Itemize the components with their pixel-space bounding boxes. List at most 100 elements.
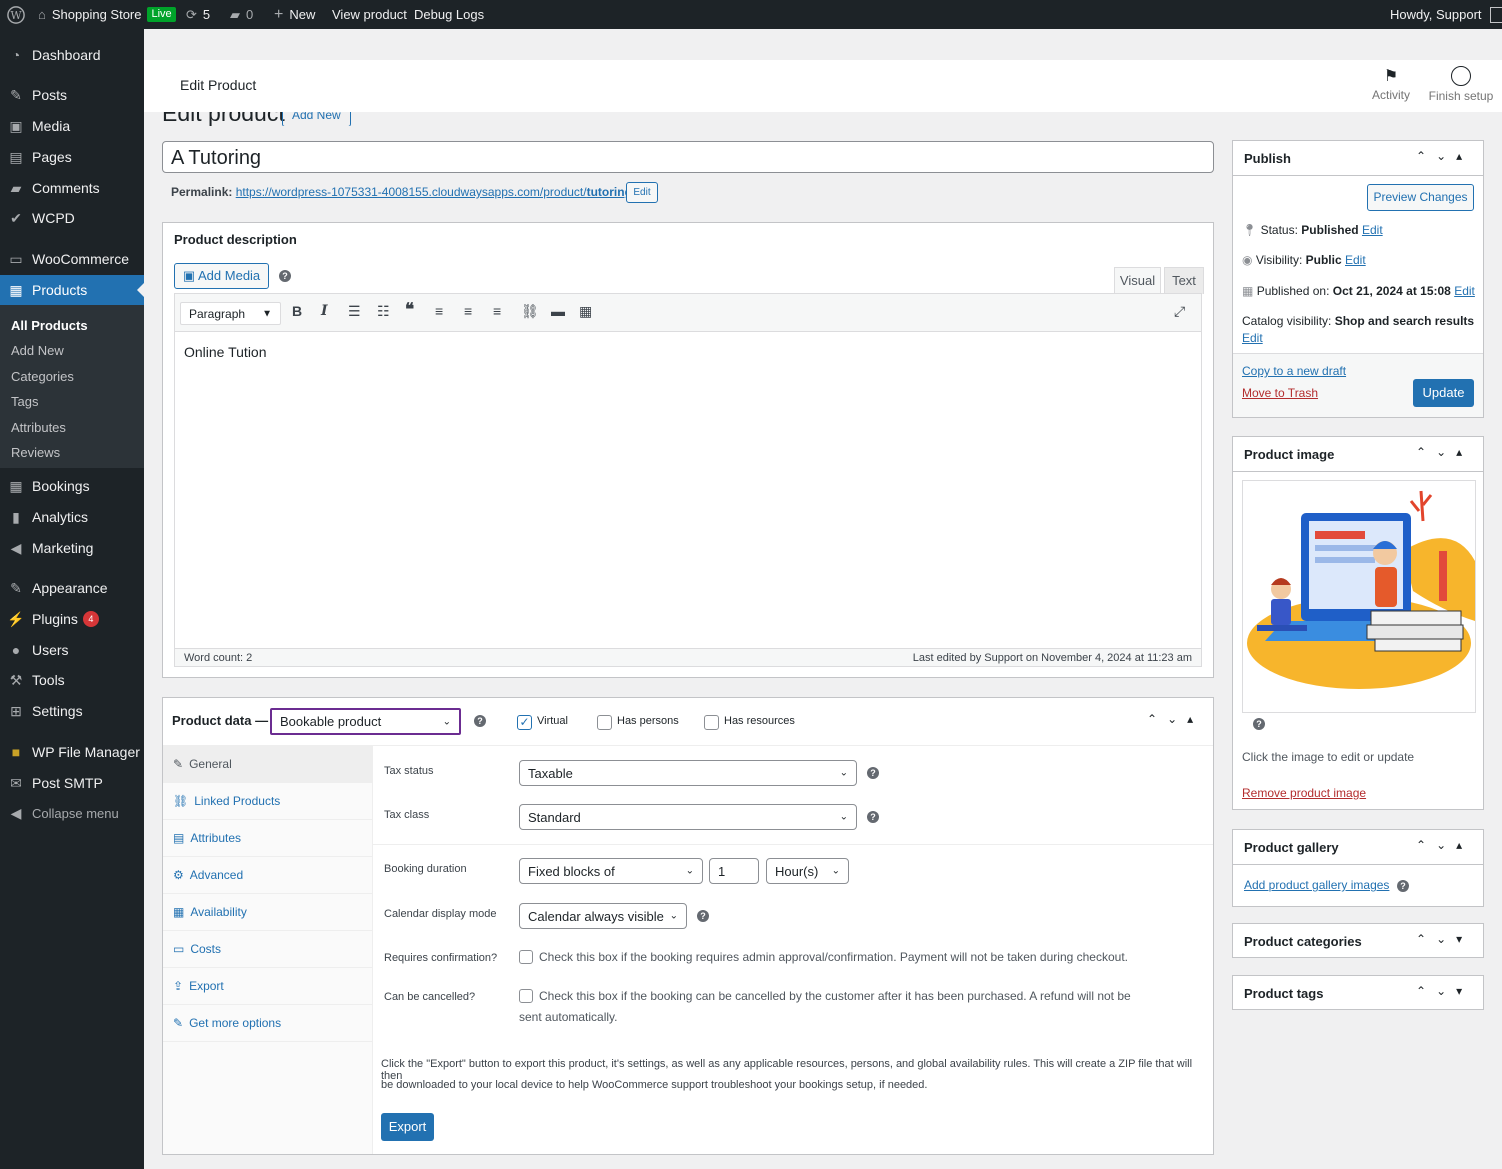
wordpress-logo-icon[interactable]: W xyxy=(7,0,25,29)
menu-wp-file-manager[interactable]: ■ WP File Manager xyxy=(0,737,144,767)
link-icon[interactable]: ⛓ xyxy=(521,303,539,320)
move-to-trash-link[interactable]: Move to Trash xyxy=(1242,386,1318,400)
submenu-reviews[interactable]: Reviews xyxy=(11,445,60,460)
menu-settings[interactable]: ⊞ Settings xyxy=(0,696,144,726)
format-select[interactable]: Paragraph ▼ xyxy=(180,302,281,325)
box-controls[interactable]: ⌃⌄▾ xyxy=(1416,984,1472,998)
menu-products[interactable]: ▦ Products xyxy=(0,275,144,305)
help-icon[interactable]: ? xyxy=(474,715,486,727)
chevron-down-icon[interactable]: ⌄ xyxy=(1436,149,1456,163)
status-edit-link[interactable]: Edit xyxy=(1362,223,1383,237)
permalink-edit-button[interactable]: Edit xyxy=(626,182,658,203)
chevron-up-icon[interactable]: ⌃ xyxy=(1147,712,1167,726)
menu-pages[interactable]: ▤ Pages xyxy=(0,142,144,172)
triangle-up-icon[interactable]: ▴ xyxy=(1187,712,1203,726)
tab-availability[interactable]: ▦ Availability xyxy=(163,894,372,931)
updates-link[interactable]: ⟳ 5 xyxy=(186,0,210,29)
align-right-icon[interactable]: ≡ xyxy=(493,303,501,319)
has-persons-checkbox[interactable] xyxy=(597,715,612,730)
editor-content[interactable]: Online Tution xyxy=(184,344,267,360)
submenu-add-new[interactable]: Add New xyxy=(11,343,64,358)
menu-wcpd[interactable]: ✔ WCPD xyxy=(0,203,144,233)
tab-attributes[interactable]: ▤ Attributes xyxy=(163,820,372,857)
submenu-attributes[interactable]: Attributes xyxy=(11,420,66,435)
chevron-down-icon[interactable]: ⌄ xyxy=(1167,712,1187,726)
can-be-cancelled-checkbox[interactable] xyxy=(519,989,533,1003)
help-icon[interactable]: ? xyxy=(1397,880,1409,892)
bold-icon[interactable]: B xyxy=(292,303,302,319)
add-gallery-images-link[interactable]: Add product gallery images xyxy=(1244,878,1389,892)
tab-general[interactable]: ✎ General xyxy=(163,746,372,783)
comments-link[interactable]: ▰ 0 xyxy=(230,0,253,29)
tax-status-select[interactable]: Taxable ⌄ xyxy=(519,760,857,786)
new-content-link[interactable]: + New xyxy=(274,0,315,29)
site-name-link[interactable]: ⌂ Shopping Store Live xyxy=(38,0,176,29)
box-controls[interactable]: ⌃⌄▴ xyxy=(1416,838,1472,852)
catalog-edit-link[interactable]: Edit xyxy=(1242,331,1263,345)
menu-media[interactable]: ▣ Media xyxy=(0,111,144,141)
align-left-icon[interactable]: ≡ xyxy=(435,303,443,319)
menu-dashboard[interactable]: ◔ Dashboard xyxy=(0,40,144,70)
triangle-down-icon[interactable]: ▾ xyxy=(1456,984,1472,998)
chevron-up-icon[interactable]: ⌃ xyxy=(1416,445,1436,459)
add-new-button[interactable]: Add New xyxy=(282,112,351,126)
editor-body[interactable] xyxy=(184,612,1192,634)
virtual-checkbox[interactable]: ✓ xyxy=(517,715,532,730)
requires-confirmation-checkbox[interactable] xyxy=(519,950,533,964)
read-more-icon[interactable]: ▬ xyxy=(551,303,565,319)
help-icon[interactable]: ? xyxy=(697,910,709,922)
chevron-down-icon[interactable]: ⌄ xyxy=(1436,984,1456,998)
tab-get-more-options[interactable]: ✎ Get more options xyxy=(163,1005,372,1042)
triangle-down-icon[interactable]: ▾ xyxy=(1456,932,1472,946)
menu-post-smtp[interactable]: ✉ Post SMTP xyxy=(0,768,144,798)
tax-class-select[interactable]: Standard ⌄ xyxy=(519,804,857,830)
product-type-select[interactable]: Bookable product ⌄ xyxy=(270,708,461,735)
help-icon[interactable]: ? xyxy=(279,270,291,282)
chevron-down-icon[interactable]: ⌄ xyxy=(1436,932,1456,946)
chevron-up-icon[interactable]: ⌃ xyxy=(1416,149,1436,163)
duration-unit-select[interactable]: Hour(s) ⌄ xyxy=(766,858,849,884)
triangle-up-icon[interactable]: ▴ xyxy=(1456,838,1472,852)
product-title-input[interactable]: A Tutoring xyxy=(162,141,1214,173)
view-product-link[interactable]: View product xyxy=(332,0,407,29)
menu-plugins[interactable]: ⚡ Plugins 4 xyxy=(0,604,144,634)
tab-advanced[interactable]: ⚙ Advanced xyxy=(163,857,372,894)
align-center-icon[interactable]: ≡ xyxy=(464,303,472,319)
update-button[interactable]: Update xyxy=(1413,379,1474,407)
chevron-down-icon[interactable]: ⌄ xyxy=(1436,838,1456,852)
chevron-up-icon[interactable]: ⌃ xyxy=(1416,932,1436,946)
help-icon[interactable]: ? xyxy=(867,767,879,779)
copy-draft-link[interactable]: Copy to a new draft xyxy=(1242,364,1346,378)
activity-button[interactable]: ⚑ Activity xyxy=(1366,66,1416,102)
bullet-list-icon[interactable]: ☰ xyxy=(348,303,361,320)
remove-image-link[interactable]: Remove product image xyxy=(1242,786,1366,800)
help-icon[interactable]: ? xyxy=(867,811,879,823)
finish-setup-button[interactable]: Finish setup xyxy=(1428,66,1494,103)
submenu-tags[interactable]: Tags xyxy=(11,394,38,409)
menu-marketing[interactable]: ◀ Marketing xyxy=(0,533,144,563)
chevron-down-icon[interactable]: ⌄ xyxy=(1436,445,1456,459)
menu-comments[interactable]: ▰ Comments xyxy=(0,173,144,203)
blockquote-icon[interactable]: ❝ xyxy=(405,300,414,320)
tab-costs[interactable]: ▭ Costs xyxy=(163,931,372,968)
duration-value-input[interactable]: 1 xyxy=(709,858,759,884)
menu-appearance[interactable]: ✎ Appearance xyxy=(0,573,144,603)
preview-changes-button[interactable]: Preview Changes xyxy=(1367,184,1474,211)
product-image[interactable] xyxy=(1242,480,1476,713)
menu-analytics[interactable]: ▮ Analytics xyxy=(0,502,144,532)
triangle-up-icon[interactable]: ▴ xyxy=(1456,149,1472,163)
fullscreen-icon[interactable]: ⤢ xyxy=(1174,303,1185,320)
export-button[interactable]: Export xyxy=(381,1113,434,1141)
box-controls[interactable]: ⌃⌄▴ xyxy=(1147,712,1203,726)
chevron-up-icon[interactable]: ⌃ xyxy=(1416,984,1436,998)
tab-visual[interactable]: Visual xyxy=(1114,267,1161,294)
box-controls[interactable]: ⌃⌄▴ xyxy=(1416,445,1472,459)
debug-logs-link[interactable]: Debug Logs xyxy=(414,0,484,29)
menu-bookings[interactable]: ▦ Bookings xyxy=(0,471,144,501)
box-controls[interactable]: ⌃⌄▴ xyxy=(1416,149,1472,163)
submenu-categories[interactable]: Categories xyxy=(11,369,74,384)
box-controls[interactable]: ⌃⌄▾ xyxy=(1416,932,1472,946)
account-menu[interactable]: Howdy, Support xyxy=(1390,0,1502,29)
menu-posts[interactable]: ✎ Posts xyxy=(0,80,144,110)
visibility-edit-link[interactable]: Edit xyxy=(1345,253,1366,267)
